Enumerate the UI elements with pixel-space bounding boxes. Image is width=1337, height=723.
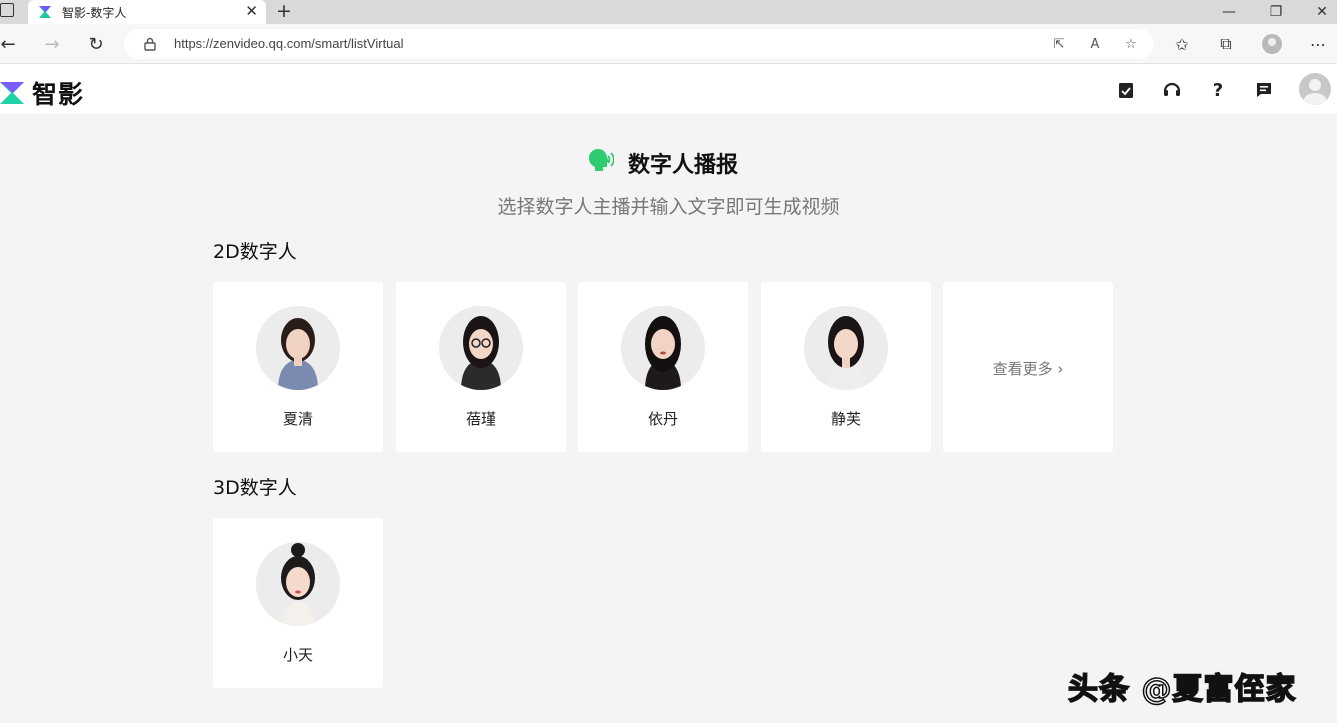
forward-icon[interactable]: → <box>40 32 64 56</box>
view-more-link[interactable]: 查看更多 › <box>943 358 1113 379</box>
speaking-head-icon <box>588 148 614 171</box>
help-icon[interactable]: ? <box>1207 79 1229 101</box>
zhiying-favicon-icon <box>39 6 51 18</box>
page-title: 数字人播报 <box>628 153 739 178</box>
avatar-portrait <box>439 306 523 390</box>
avatar-name: 静芙 <box>830 410 861 428</box>
restore-icon[interactable]: ❐ <box>1253 0 1299 24</box>
avatar-card[interactable]: 蓓瑾 <box>396 282 566 452</box>
collections-icon[interactable]: ⧉ <box>1214 32 1238 56</box>
message-icon[interactable] <box>1253 79 1275 101</box>
close-icon[interactable]: ✕ <box>1299 0 1337 24</box>
avatar-name: 蓓瑾 <box>465 410 496 428</box>
refresh-icon[interactable]: ↻ <box>84 32 108 56</box>
avatar-portrait <box>256 306 340 390</box>
avatar-name: 小天 <box>282 646 313 664</box>
avatar-card[interactable]: 静芙 <box>761 282 931 452</box>
section-title-2d: 2D数字人 <box>213 241 297 263</box>
logo-text: 智影 <box>32 80 85 109</box>
view-more-card[interactable]: 查看更多 › <box>943 282 1113 452</box>
tab-title: 智影-数字人 <box>62 5 127 20</box>
avatar-name: 依丹 <box>647 410 678 428</box>
chevron-right-icon: › <box>1057 360 1064 378</box>
avatar-portrait <box>256 542 340 626</box>
avatar-name: 夏清 <box>282 410 313 428</box>
lock-icon <box>144 37 156 51</box>
browser-tab-bar: 智影-数字人 ✕ + — ❐ ✕ <box>0 0 1337 24</box>
user-avatar[interactable] <box>1299 73 1331 105</box>
logo[interactable]: 智影 <box>0 75 84 111</box>
avatar-card[interactable]: 夏清 <box>213 282 383 452</box>
clipboard-check-icon[interactable] <box>1115 79 1137 101</box>
browser-toolbar: ← → ↻ https://zenvideo.qq.com/smart/list… <box>0 24 1337 64</box>
back-icon[interactable]: ← <box>0 32 20 56</box>
section-title-3d: 3D数字人 <box>213 477 297 499</box>
browser-tab[interactable]: 智影-数字人 ✕ <box>28 0 266 24</box>
more-menu-icon[interactable]: ⋯ <box>1306 32 1330 56</box>
tab-close-icon[interactable]: ✕ <box>245 3 258 19</box>
watermark: 头条 @夏富侄家 <box>1067 671 1297 708</box>
url-text[interactable]: https://zenvideo.qq.com/smart/listVirtua… <box>174 36 404 51</box>
view-more-label: 查看更多 <box>992 360 1053 378</box>
headset-icon[interactable] <box>1161 79 1183 101</box>
avatar-portrait <box>621 306 705 390</box>
avatar-card[interactable]: 小天 <box>213 518 383 688</box>
address-bar[interactable]: https://zenvideo.qq.com/smart/listVirtua… <box>124 29 1154 59</box>
app-header: 智影 ? <box>0 64 1337 114</box>
add-favorite-icon[interactable]: ☆ <box>1122 35 1140 53</box>
page-subtitle: 选择数字人主播并输入文字即可生成视频 <box>497 196 840 218</box>
favorites-icon[interactable]: ✩ <box>1170 32 1194 56</box>
avatar-portrait <box>804 306 888 390</box>
read-aloud-icon[interactable]: A <box>1086 35 1104 53</box>
tab-actions-icon[interactable] <box>0 3 14 17</box>
profile-icon[interactable] <box>1260 32 1284 56</box>
avatar-card[interactable]: 依丹 <box>578 282 748 452</box>
minimize-icon[interactable]: — <box>1206 0 1252 24</box>
zhiying-logo-icon <box>0 82 24 104</box>
open-external-icon[interactable]: ⇱ <box>1050 35 1068 53</box>
new-tab-button[interactable]: + <box>276 1 292 21</box>
